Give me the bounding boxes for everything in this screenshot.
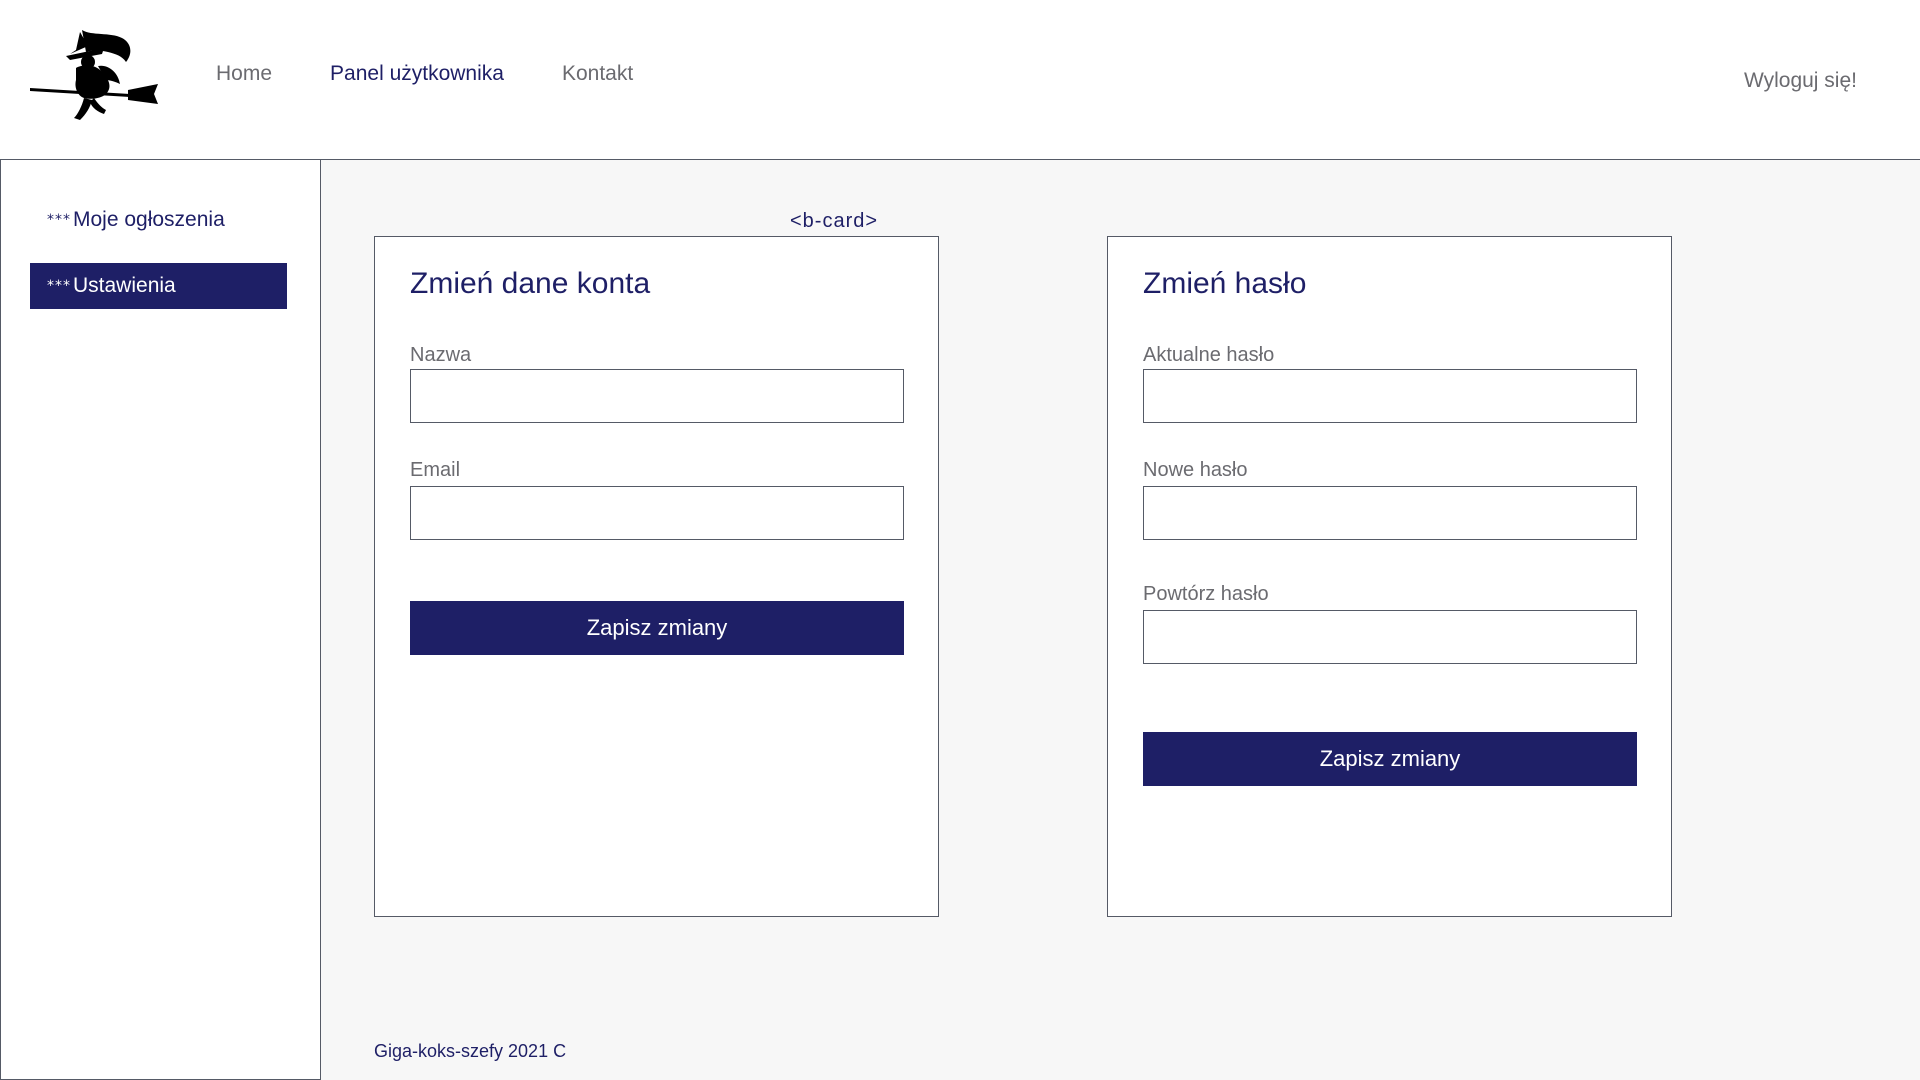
new-password-input[interactable]	[1143, 486, 1637, 540]
repeat-password-label: Powtórz hasło	[1143, 583, 1269, 605]
sidebar-item-settings[interactable]: *** Ustawienia	[30, 263, 287, 309]
sidebar-item-label: Moje ogłoszenia	[73, 208, 225, 231]
name-label: Nazwa	[410, 344, 472, 366]
footer-text: Giga-koks-szefy 2021 C	[374, 1041, 567, 1061]
nav-user-panel[interactable]: Panel użytkownika	[330, 62, 504, 86]
current-password-label: Aktualne hasło	[1143, 344, 1275, 366]
repeat-password-input[interactable]	[1143, 610, 1637, 664]
nav-contact[interactable]: Kontakt	[562, 62, 633, 86]
logout-link[interactable]: Wyloguj się!	[1744, 69, 1857, 93]
sidebar: *** Moje ogłoszenia *** Ustawienia	[0, 160, 321, 1080]
witch-on-broom-icon[interactable]	[30, 28, 160, 130]
name-input[interactable]	[410, 369, 904, 423]
sidebar-item-marker: ***	[47, 278, 71, 294]
save-account-button[interactable]: Zapisz zmiany	[410, 601, 904, 655]
password-card-title: Zmień hasło	[1143, 267, 1307, 300]
sidebar-item-marker: ***	[47, 212, 71, 228]
email-input[interactable]	[410, 486, 904, 540]
new-password-label: Nowe hasło	[1143, 459, 1248, 481]
sidebar-item-label: Ustawienia	[73, 274, 176, 297]
component-tag-label: <b-card>	[790, 210, 879, 232]
top-header: Home Panel użytkownika Kontakt Wyloguj s…	[0, 0, 1920, 160]
change-password-card: Zmień hasło Aktualne hasło Nowe hasło Po…	[1107, 236, 1672, 917]
main-nav: Home Panel użytkownika Kontakt	[216, 62, 691, 86]
main-content: <b-card> Zmień dane konta Nazwa Email Za…	[321, 160, 1920, 1080]
sidebar-item-my-ads[interactable]: *** Moje ogłoszenia	[30, 197, 287, 243]
account-data-card: Zmień dane konta Nazwa Email Zapisz zmia…	[374, 236, 939, 917]
account-card-title: Zmień dane konta	[410, 267, 651, 300]
email-label: Email	[410, 459, 461, 481]
save-password-button[interactable]: Zapisz zmiany	[1143, 732, 1637, 786]
nav-home[interactable]: Home	[216, 62, 272, 86]
current-password-input[interactable]	[1143, 369, 1637, 423]
